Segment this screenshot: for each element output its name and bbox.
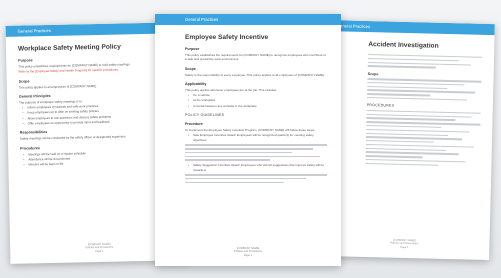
text-block — [185, 144, 327, 161]
paragraph: Safety is the responsibility of every em… — [185, 72, 325, 77]
document-title: Employee Safety Incentive — [185, 34, 269, 41]
section-heading: Scope — [185, 66, 196, 71]
paragraph: This policy applies to all employees of … — [18, 83, 97, 90]
section-heading: Applicability — [185, 81, 207, 86]
section-heading: Purpose — [185, 47, 200, 51]
paragraph: Safety meetings will be conducted by the… — [19, 134, 127, 141]
list-item: At the workplace — [188, 98, 327, 103]
section-heading: PROCEDURES — [366, 103, 395, 109]
section-heading: POLICY GUIDELINES — [185, 113, 225, 118]
document-title: Accident Investigation — [368, 41, 439, 50]
footer-page: Page 1 — [243, 254, 253, 258]
text-block — [185, 174, 327, 184]
band-label: General Practices — [336, 23, 371, 30]
list-item: Safe Employee Incentive Award: Employees… — [188, 133, 327, 142]
text-block — [365, 109, 481, 167]
list-item: In transit between any worksite in the w… — [188, 104, 327, 109]
paragraph: This policy establishes the requirements… — [185, 53, 326, 62]
document-page-accident-investigation: General Practices Accident Investigation… — [319, 19, 495, 261]
band-label: General Practices — [185, 17, 219, 22]
document-page-safety-incentive: General Practices Employee Safety Incent… — [155, 14, 341, 266]
document-stack: General Practices Accident Investigation… — [0, 0, 501, 278]
paragraph: To implement the Employee Safety Incenti… — [185, 128, 315, 133]
band-label: General Practices — [17, 27, 51, 34]
section-heading: Scope — [367, 71, 379, 77]
list-item: On a vehicle — [188, 93, 327, 98]
page-footer: [COMPANY NAME] Policies and Procedures P… — [319, 237, 489, 253]
page-header-band: General Practices — [155, 14, 341, 25]
list-item: Safety Suggestion Incentive Award: Emplo… — [188, 163, 327, 172]
page-footer: [COMPANY NAME] Policies and Procedures P… — [155, 247, 341, 258]
section-heading: Procedure — [185, 122, 203, 127]
page-header-band: General Practices — [324, 19, 495, 36]
text-block — [367, 78, 482, 101]
text-block — [367, 54, 483, 70]
paragraph: This policy applies whenever employees a… — [185, 87, 277, 92]
